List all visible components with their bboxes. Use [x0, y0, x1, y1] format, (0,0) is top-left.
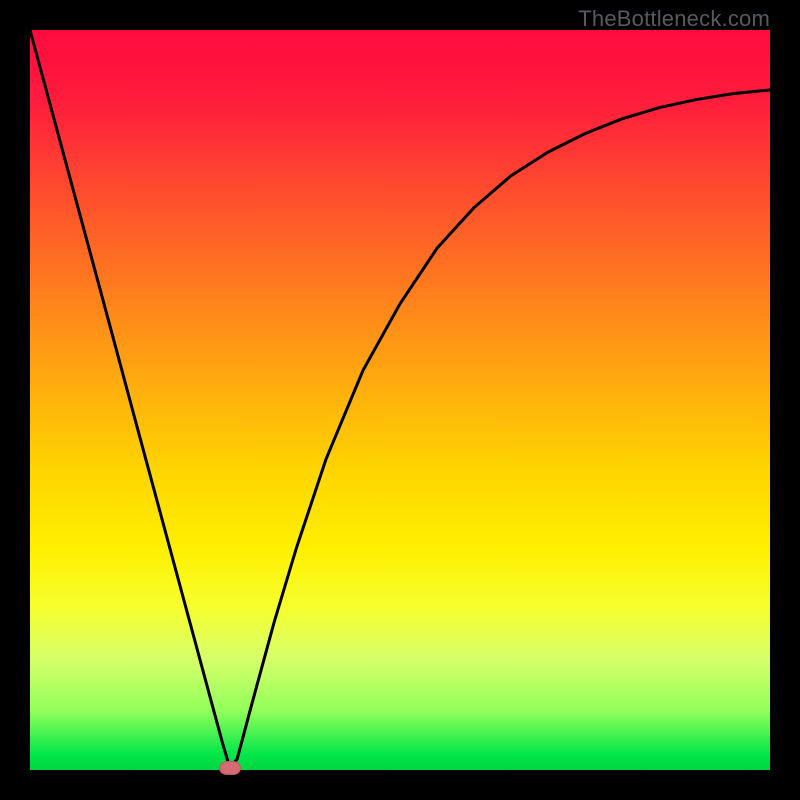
attribution-text: TheBottleneck.com: [578, 6, 770, 32]
chart-frame: TheBottleneck.com: [0, 0, 800, 800]
plot-area: [30, 30, 770, 770]
minimum-marker: [219, 761, 241, 775]
bottleneck-curve: [30, 30, 770, 770]
